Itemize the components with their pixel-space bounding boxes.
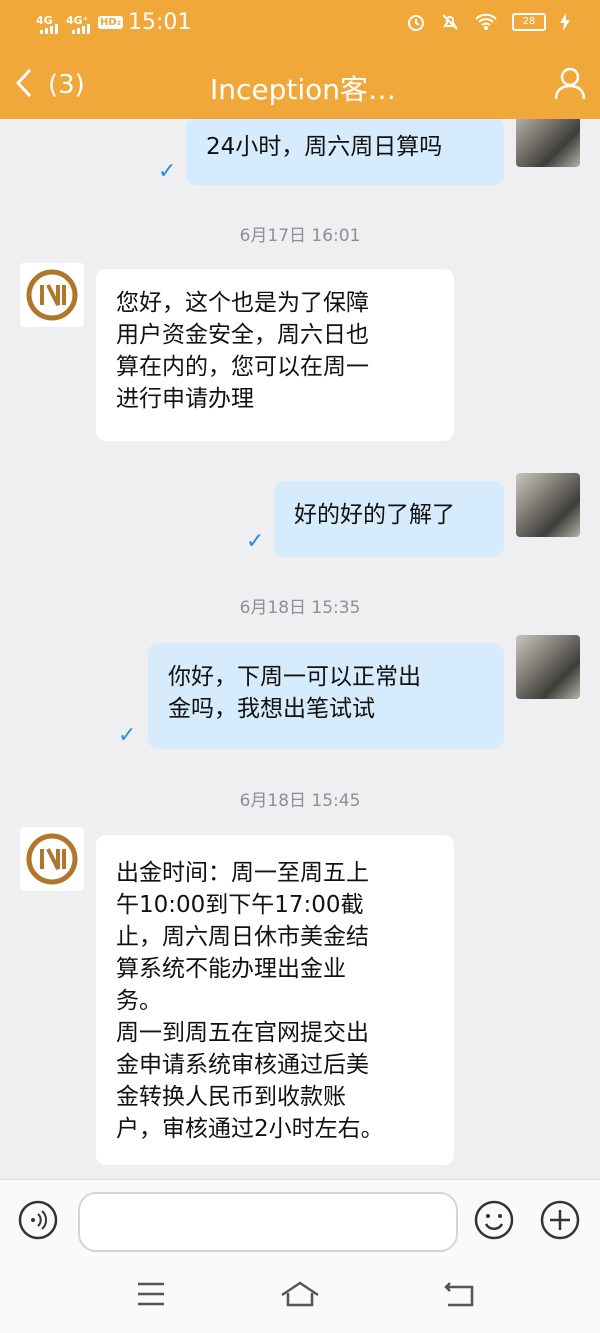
read-check-icon: ✓: [158, 159, 177, 184]
wifi-icon: [475, 13, 497, 30]
message-line: 金转换人民币到收款账: [116, 1084, 346, 1110]
mute-icon: [442, 14, 458, 30]
message-timestamp: 6月18日 15:35: [239, 598, 361, 618]
inception-logo-icon: [26, 833, 78, 885]
message-line: 午10:00到下午17:00截: [116, 892, 364, 918]
message-bubble-sent[interactable]: 24小时，周六周日算吗: [186, 119, 504, 185]
menu-icon[interactable]: [136, 1281, 166, 1307]
message-bubble-sent[interactable]: 你好，下周一可以正常出 金吗，我想出笔试试: [148, 643, 504, 749]
clock: 15:01: [128, 10, 192, 35]
nav-bar: (3) Inception客…: [0, 60, 600, 110]
emoji-icon[interactable]: [474, 1200, 514, 1240]
message-line: 用户资金安全，周六日也: [116, 322, 369, 348]
back-nav-icon[interactable]: [442, 1281, 474, 1307]
plus-icon[interactable]: [540, 1200, 580, 1240]
message-input[interactable]: [78, 1192, 458, 1252]
unread-count[interactable]: (3): [48, 70, 85, 100]
message-line: 金吗，我想出笔试试: [168, 696, 375, 722]
status-bar: 4G 4G⁺ HD₂ 15:01 28: [0, 8, 600, 38]
message-timestamp: 6月17日 16:01: [239, 226, 361, 246]
message-line: 止，周六周日休市美金结: [116, 924, 369, 950]
message-line: 算在内的，您可以在周一: [116, 354, 369, 380]
page-title: Inception客…: [210, 73, 397, 106]
home-icon[interactable]: [280, 1281, 320, 1307]
bot-avatar[interactable]: [20, 827, 84, 891]
alarm-icon: [408, 15, 424, 31]
read-check-icon: ✓: [118, 723, 137, 748]
read-check-icon: ✓: [246, 529, 265, 554]
message-line: 你好，下周一可以正常出: [168, 664, 421, 690]
message-line: 务。: [116, 988, 162, 1014]
voice-icon[interactable]: [18, 1200, 58, 1240]
battery-icon: 28: [512, 13, 546, 31]
input-bar: [0, 1179, 600, 1260]
message-line: 进行申请办理: [116, 386, 254, 412]
message-bubble-received[interactable]: 您好，这个也是为了保障 用户资金安全，周六日也 算在内的，您可以在周一 进行申请…: [96, 269, 454, 441]
message-bubble-received[interactable]: 出金时间：周一至周五上 午10:00到下午17:00截 止，周六周日休市美金结 …: [96, 835, 454, 1165]
message-line: 周一到周五在官网提交出: [116, 1020, 369, 1046]
bot-avatar[interactable]: [20, 263, 84, 327]
message-line: 您好，这个也是为了保障: [116, 290, 369, 316]
user-avatar[interactable]: [516, 473, 580, 537]
message-line: 出金时间：周一至周五上: [116, 860, 369, 886]
system-nav-bar: [0, 1259, 600, 1333]
message-bubble-sent[interactable]: 好的好的了解了: [274, 481, 504, 557]
signal-icon-1: [40, 24, 58, 34]
signal-icon-2: [72, 24, 90, 34]
message-line: 户，审核通过2小时左右。: [116, 1116, 384, 1142]
user-avatar[interactable]: [516, 119, 580, 167]
back-icon[interactable]: [14, 66, 34, 108]
status-icons: 28: [406, 12, 570, 32]
message-timestamp: 6月18日 15:45: [239, 791, 361, 811]
user-avatar[interactable]: [516, 635, 580, 699]
charging-icon: [560, 13, 570, 31]
user-profile-icon[interactable]: [554, 66, 586, 104]
message-line: 金申请系统审核通过后美: [116, 1052, 369, 1078]
message-line: 算系统不能办理出金业: [116, 956, 346, 982]
hd-voice-icon: HD₂: [98, 16, 124, 29]
chat-area[interactable]: ✓ 24小时，周六周日算吗 6月17日 16:01 您好，这个也是为了保障 用户…: [0, 119, 600, 1179]
inception-logo-icon: [26, 269, 78, 321]
top-bar: 4G 4G⁺ HD₂ 15:01 28 (3) Inception客…: [0, 0, 600, 119]
